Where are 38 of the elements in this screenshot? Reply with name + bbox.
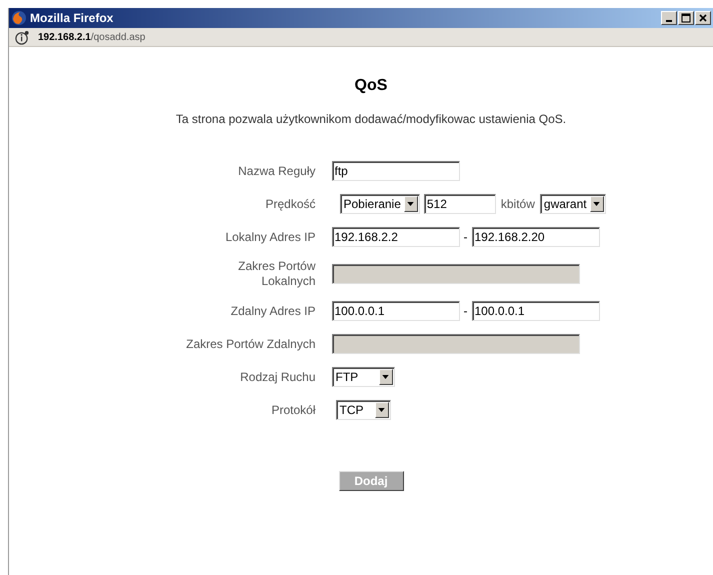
close-icon [698, 13, 708, 23]
input-field[interactable]: 192.168.2.20 [472, 227, 600, 247]
browser-logo-icon [11, 10, 27, 26]
info-icon[interactable] [15, 30, 30, 44]
page-title: QoS [354, 77, 388, 95]
minimize-icon [666, 20, 672, 22]
field-label: Zakres Portów Zdalnych [185, 336, 316, 352]
url-text: 192.168.2.1/qosadd.asp [38, 32, 146, 42]
unit-label: kbitów [500, 197, 535, 211]
input-field[interactable]: 512 [424, 194, 496, 214]
caret-icon [382, 375, 389, 379]
input-field[interactable]: 100.0.0.1 [332, 301, 460, 321]
caret-icon [407, 202, 414, 206]
dropdown[interactable]: Pobieranie [340, 194, 420, 214]
minimize-button[interactable] [661, 11, 677, 25]
field-label: Prędkość [264, 196, 316, 212]
window-title: Mozilla Firefox [30, 11, 114, 25]
field-label: Lokalny Adres IP [224, 230, 316, 244]
field-label: Zakres Portów Lokalnych [237, 259, 316, 289]
range-separator: - [464, 230, 468, 244]
maximize-button[interactable] [678, 11, 694, 25]
caret-icon [593, 202, 600, 206]
input-field[interactable]: ftp [332, 161, 460, 181]
field-label: Protokół [270, 402, 316, 418]
dropdown[interactable]: TCP [336, 400, 390, 420]
dropdown[interactable]: gwarant [540, 194, 606, 214]
input-field[interactable]: 192.168.2.2 [332, 227, 460, 247]
page-description: Ta strona pozwala użytkownikom dodawać/modyfikowac ustawienia QoS. [176, 112, 566, 126]
range-separator: - [464, 304, 468, 318]
maximize-icon [681, 13, 691, 23]
field-label: Zdalny Adres IP [230, 304, 316, 318]
caret-icon [378, 408, 385, 412]
close-button[interactable] [695, 11, 711, 25]
input-field[interactable]: 100.0.0.1 [472, 301, 600, 321]
dropdown[interactable]: FTP [332, 367, 394, 387]
field-label: Rodzaj Ruchu [239, 370, 316, 384]
field-label: Nazwa Reguły [237, 164, 316, 178]
address-bar[interactable]: 192.168.2.1/qosadd.asp [9, 28, 713, 47]
